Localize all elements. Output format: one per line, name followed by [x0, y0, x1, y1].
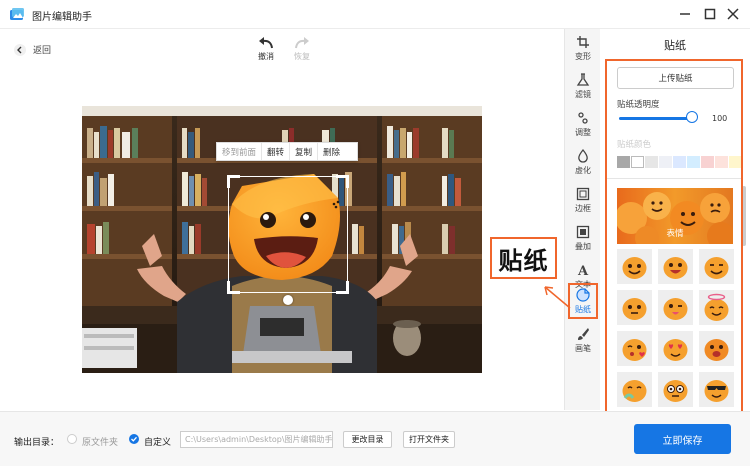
- output-path-field[interactable]: C:\Users\admin\Desktop\图片编辑助手: [180, 431, 333, 448]
- brush-icon: [578, 328, 589, 340]
- tool-overlay[interactable]: 叠加: [565, 225, 601, 263]
- title-bar: 图片编辑助手: [0, 0, 750, 29]
- redo-icon: [295, 37, 309, 49]
- back-button[interactable]: 返回: [14, 43, 51, 56]
- save-now-button[interactable]: 立即保存: [634, 424, 731, 454]
- radio-original-label[interactable]: 原文件夹: [82, 435, 118, 448]
- tool-label: 画笔: [575, 344, 591, 353]
- tool-label: 滤镜: [575, 90, 591, 99]
- tool-label: 边框: [575, 204, 591, 213]
- sticker-context-menu: 移到前面 翻转 复制 删除: [216, 142, 358, 161]
- tool-label: 贴纸: [575, 305, 591, 314]
- chevron-left-icon: [14, 43, 26, 56]
- back-label: 返回: [33, 46, 52, 56]
- undo-label: 撤消: [258, 52, 274, 61]
- app-title: 图片编辑助手: [32, 12, 92, 23]
- sticker-callout-label: 贴纸: [490, 237, 557, 279]
- adjust-icon: [578, 112, 588, 124]
- resize-handle-tl[interactable]: [227, 175, 240, 188]
- tool-transform[interactable]: 变形: [565, 35, 601, 73]
- tool-label: 变形: [575, 52, 591, 61]
- flask-icon: [576, 73, 590, 86]
- panel-highlight-frame: [605, 59, 743, 417]
- overlay-icon: [576, 225, 590, 239]
- resize-handle-br[interactable]: [336, 281, 349, 294]
- tool-column: 变形 滤镜 调整 虚化 边框 叠加 A 文本 贴纸 画笔: [564, 29, 601, 410]
- open-folder-button[interactable]: 打开文件夹: [403, 431, 455, 448]
- app-logo-icon: [10, 8, 24, 20]
- sticker-icon: [576, 288, 590, 302]
- tool-brush[interactable]: 画笔: [565, 327, 601, 365]
- close-icon[interactable]: [722, 4, 744, 24]
- editor-toolbar: 返回 撤消 恢复: [0, 29, 563, 73]
- tool-filter[interactable]: 滤镜: [565, 73, 601, 111]
- undo-button[interactable]: 撤消: [254, 35, 278, 62]
- tool-label: 虚化: [575, 166, 591, 175]
- check-icon: [131, 436, 137, 442]
- change-directory-button[interactable]: 更改目录: [343, 431, 392, 448]
- bring-to-front-button[interactable]: 移到前面: [217, 143, 263, 160]
- frame-icon: [576, 187, 590, 201]
- rotate-handle[interactable]: [283, 295, 293, 305]
- maximize-icon[interactable]: [699, 4, 721, 24]
- tool-adjust[interactable]: 调整: [565, 111, 601, 149]
- redo-button[interactable]: 恢复: [290, 35, 314, 62]
- resize-handle-tr[interactable]: [336, 175, 349, 188]
- radio-original-folder[interactable]: [67, 434, 77, 444]
- flip-button[interactable]: 翻转: [262, 143, 291, 160]
- delete-button[interactable]: 删除: [318, 143, 345, 160]
- copy-button[interactable]: 复制: [290, 143, 319, 160]
- radio-custom-folder[interactable]: [129, 434, 139, 444]
- redo-label: 恢复: [294, 52, 310, 61]
- sticker-selection-box[interactable]: [227, 175, 349, 294]
- tool-label: 叠加: [575, 242, 591, 251]
- tool-frame[interactable]: 边框: [565, 187, 601, 225]
- tool-sticker[interactable]: 贴纸: [568, 283, 598, 319]
- tool-blur[interactable]: 虚化: [565, 149, 601, 187]
- callout-arrow-icon: [544, 286, 571, 309]
- footer-bar: 输出目录： 原文件夹 自定义 C:\Users\admin\Desktop\图片…: [0, 411, 750, 466]
- tool-label: 调整: [575, 128, 591, 137]
- resize-handle-bl[interactable]: [227, 281, 240, 294]
- drop-icon: [578, 149, 588, 163]
- crop-icon: [577, 36, 589, 48]
- panel-title: 贴纸: [664, 39, 686, 52]
- undo-icon: [259, 37, 273, 49]
- text-icon: A: [577, 264, 589, 277]
- output-dir-label: 输出目录：: [14, 438, 60, 448]
- radio-custom-label[interactable]: 自定义: [144, 435, 171, 448]
- svg-text:A: A: [577, 264, 589, 277]
- minimize-icon[interactable]: [674, 4, 696, 24]
